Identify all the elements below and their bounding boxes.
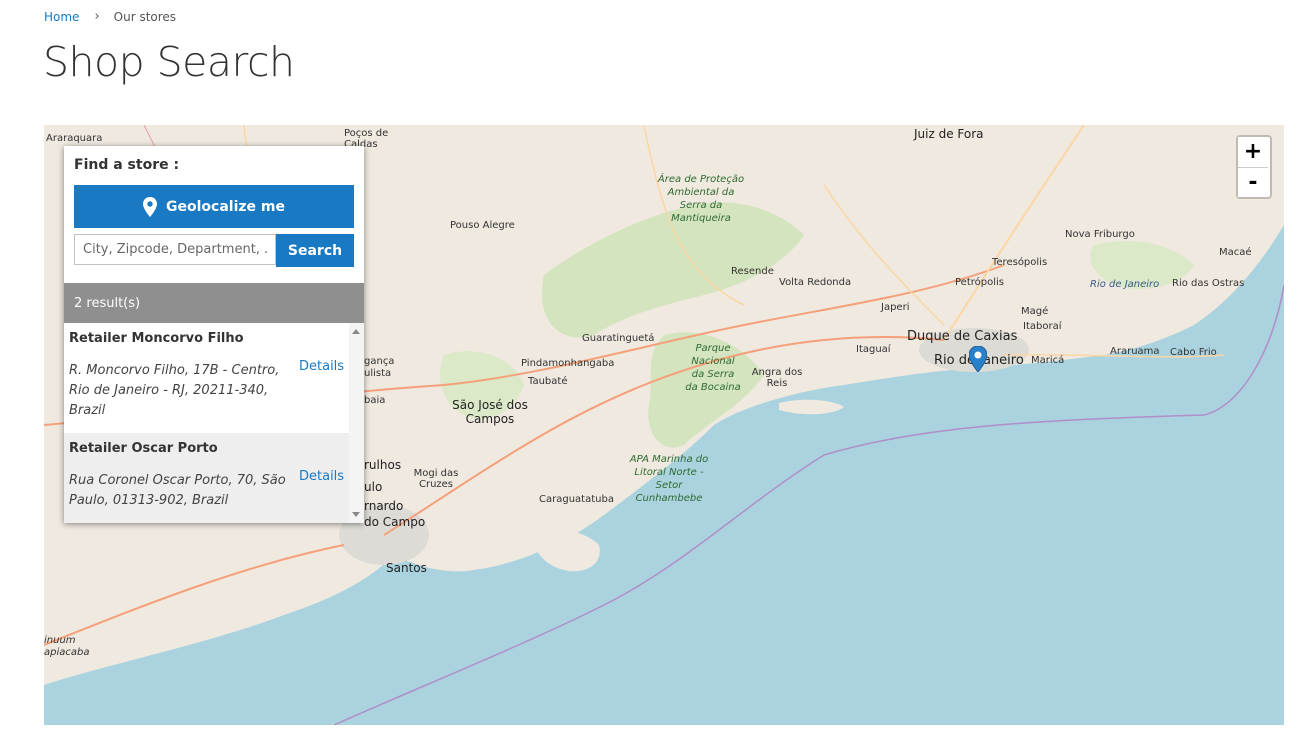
map-label: Angra dos Reis: [751, 367, 803, 389]
store-marker-icon[interactable]: [969, 346, 987, 372]
results-count: 2 result(s): [64, 283, 364, 323]
breadcrumb-current: Our stores: [113, 9, 177, 24]
map-label: ulo: [364, 480, 383, 494]
scroll-up-icon[interactable]: [352, 329, 360, 334]
map-label: inuum: [44, 635, 76, 646]
store-details-link[interactable]: Details: [299, 359, 344, 374]
store-details-link[interactable]: Details: [299, 469, 344, 484]
map-label: Santos: [386, 561, 427, 575]
map-label: Parque Nacional da Serra da Bocaina: [685, 343, 741, 393]
results-list[interactable]: Retailer Moncorvo Filho R. Moncorvo Filh…: [64, 323, 364, 523]
map-label: do Campo: [364, 515, 426, 529]
map-label: Araraquara: [46, 133, 103, 144]
location-pin-icon: [143, 196, 158, 217]
store-name: Retailer Moncorvo Filho: [69, 331, 244, 346]
scroll-down-icon[interactable]: [352, 512, 360, 517]
map-label: baia: [364, 395, 386, 406]
map-label: Itaboraí: [1023, 321, 1062, 332]
map-label: Magé: [1021, 306, 1049, 317]
geolocalize-label: Geolocalize me: [166, 198, 285, 215]
map-label: ulista: [364, 368, 392, 379]
map-label: Nova Friburgo: [1065, 229, 1135, 240]
find-store-heading: Find a store :: [74, 157, 180, 173]
map-label: gança: [364, 356, 395, 367]
map-label: Cabo Frio: [1170, 347, 1217, 358]
list-item[interactable]: Retailer Moncorvo Filho R. Moncorvo Filh…: [64, 323, 349, 433]
map-label: Pindamonhangaba: [521, 358, 615, 369]
store-address: R. Moncorvo Filho, 17B - Centro, Rio de …: [69, 363, 280, 418]
map-label: Juiz de Fora: [914, 127, 984, 141]
map-label: Pouso Alegre: [450, 220, 515, 231]
map-label: Araruama: [1110, 346, 1160, 357]
map-label: Volta Redonda: [779, 277, 852, 288]
map-label: rulhos: [364, 458, 402, 472]
map-label: apiacaba: [44, 647, 90, 658]
zoom-in-button[interactable]: +: [1238, 137, 1268, 167]
map-label: Petrópolis: [955, 277, 1004, 288]
map-label: Guaratinguetá: [582, 333, 655, 344]
page-title: Shop Search: [43, 38, 295, 86]
map-label: Itaguaí: [856, 344, 891, 355]
geolocalize-button[interactable]: Geolocalize me: [74, 185, 354, 228]
zoom-out-button[interactable]: -: [1238, 167, 1268, 197]
map-label: Teresópolis: [992, 257, 1048, 268]
map-label: Caraguatatuba: [539, 494, 614, 505]
map-label: Taubaté: [528, 376, 568, 387]
store-search-input[interactable]: [74, 234, 276, 265]
breadcrumb: Home › Our stores: [44, 9, 176, 24]
list-item[interactable]: Retailer Oscar Porto Rua Coronel Oscar P…: [64, 433, 349, 523]
store-address: Rua Coronel Oscar Porto, 70, São Paulo, …: [69, 473, 286, 508]
map-label: Rio das Ostras: [1172, 278, 1245, 289]
breadcrumb-chevron-icon: ›: [94, 9, 100, 24]
map-label: Duque de Caxias: [907, 329, 1018, 344]
map-label: APA Marinha do Litoral Norte - Setor Cun…: [629, 454, 709, 504]
map-label: Mogi das Cruzes: [413, 468, 459, 490]
search-button[interactable]: Search: [276, 234, 354, 267]
map-label: Rio de Janeiro: [1090, 279, 1160, 290]
map-label: Maricá: [1031, 355, 1065, 366]
store-name: Retailer Oscar Porto: [69, 441, 218, 456]
map-label: rnardo: [364, 499, 404, 513]
store-finder-panel: Find a store : Geolocalize me Search 2 r…: [64, 146, 364, 523]
map-label: Macaé: [1219, 247, 1252, 258]
map-label: São José dos Campos: [452, 398, 528, 426]
map-label: Área de Proteção Ambiental da Serra da M…: [657, 174, 745, 224]
breadcrumb-home-link[interactable]: Home: [44, 10, 79, 24]
map-label: Japeri: [881, 302, 910, 313]
map-label: Resende: [731, 266, 774, 277]
results-scrollbar[interactable]: [349, 323, 364, 523]
zoom-control: + -: [1236, 135, 1272, 199]
